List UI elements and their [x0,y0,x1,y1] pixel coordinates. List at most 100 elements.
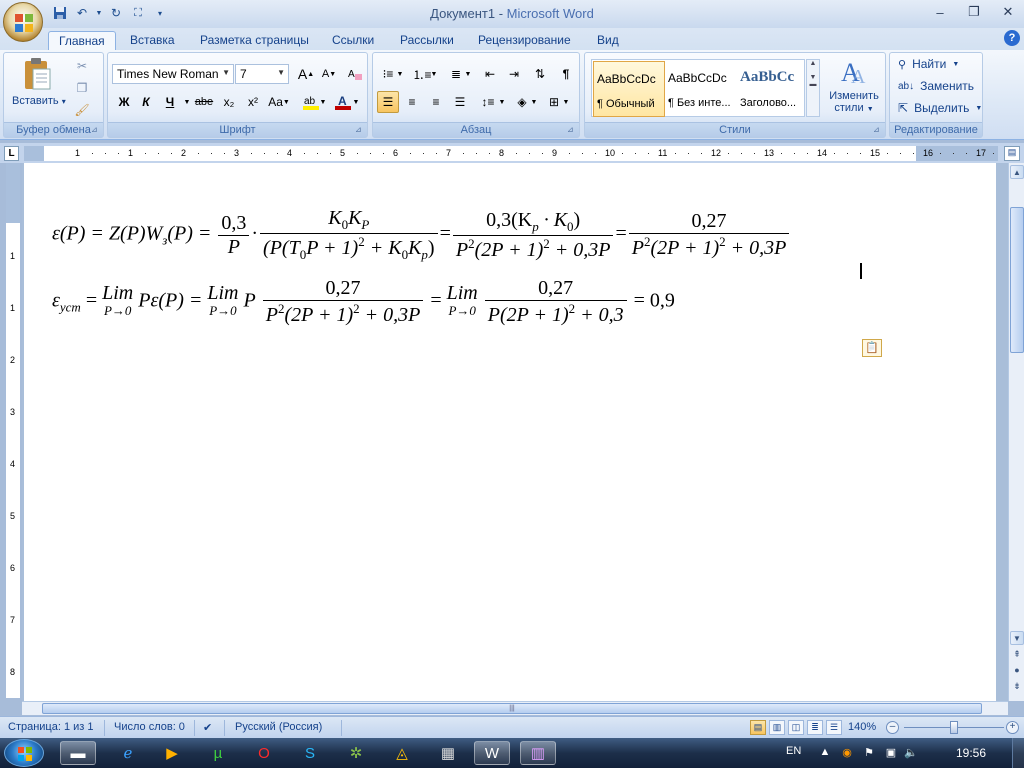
language-indicator[interactable]: Русский (Россия) [235,721,322,733]
paragraph-launcher-icon[interactable]: ⊿ [567,125,577,135]
justify-icon[interactable]: ☰ [449,91,471,113]
taskbar-word-icon[interactable]: W [474,741,510,765]
sort-icon[interactable]: ⇅ [529,63,551,85]
tab-home[interactable]: Главная [48,31,116,50]
help-icon[interactable]: ? [1004,30,1020,46]
font-color-dropdown-icon[interactable]: ▼ [351,91,361,113]
zoom-level[interactable]: 140% [848,721,876,733]
taskbar-media-player-icon[interactable]: ▶ [154,741,190,765]
clipboard-launcher-icon[interactable]: ⊿ [91,125,101,135]
word-count[interactable]: Число слов: 0 [114,721,185,733]
borders-dropdown-icon[interactable]: ▼ [561,91,571,113]
vertical-scroll-thumb[interactable] [1010,207,1024,353]
vertical-scrollbar[interactable]: ▲ ▼ ⇞ ● ⇟ [1008,163,1024,701]
paste-options-icon[interactable]: 📋 [862,339,882,357]
taskbar-app-icon[interactable]: ◬ [384,741,420,765]
page-count[interactable]: Страница: 1 из 1 [8,721,94,733]
numbering-dropdown-icon[interactable]: ▼ [429,63,439,85]
clear-formatting-icon[interactable]: A [344,63,366,85]
next-page-icon[interactable]: ⇟ [1012,681,1022,693]
copy-icon[interactable]: ❐ [74,81,90,97]
change-styles-button[interactable]: A A Изменить стили ▼ [825,57,883,114]
shading-dropdown-icon[interactable]: ▼ [529,91,539,113]
taskbar-gear-icon[interactable]: ✲ [338,741,374,765]
bullets-dropdown-icon[interactable]: ▼ [395,63,405,85]
zoom-out-icon[interactable]: – [886,721,899,734]
tray-app-icon[interactable]: ◉ [840,746,854,760]
document-area[interactable]: ε(P) = Z(P)Wз(P) = 0,3 P · K0KP (P(T0P +… [22,163,1008,701]
view-ruler-icon[interactable]: ▤ [1004,146,1020,161]
show-marks-icon[interactable]: ¶ [555,63,577,85]
style-heading-1[interactable]: AaBbCc Заголово... [737,61,803,117]
maximize-icon[interactable]: ❐ [964,3,984,21]
minimize-icon[interactable]: – [930,3,950,21]
prev-page-icon[interactable]: ⇞ [1012,649,1022,661]
paste-icon[interactable] [22,57,52,91]
subscript-button[interactable]: x₂ [218,91,240,113]
cut-icon[interactable]: ✂ [74,59,90,75]
tray-flag-icon[interactable]: ⚑ [862,746,876,760]
select-browse-object-icon[interactable]: ● [1012,665,1022,677]
style-no-spacing[interactable]: AaBbCcDc ¶ Без инте... [665,61,737,117]
style-normal[interactable]: AaBbCcDc ¶ Обычный [593,61,665,117]
align-center-icon[interactable]: ≡ [401,91,423,113]
change-case-button[interactable]: Aa ▼ [268,91,290,113]
tab-mailings[interactable]: Рассылки [390,31,464,50]
horizontal-scrollbar[interactable]: ||| [22,701,1008,715]
highlight-dropdown-icon[interactable]: ▼ [318,91,328,113]
draft-icon[interactable]: ☰ [826,720,842,735]
tab-selector[interactable]: L [4,146,19,161]
input-language[interactable]: EN [786,745,801,757]
taskbar-ie-icon[interactable]: ℯ [110,741,146,765]
scroll-down-icon[interactable]: ▼ [1010,631,1024,645]
tab-view[interactable]: Вид [587,31,629,50]
format-painter-icon[interactable]: 🖌 [74,103,90,119]
font-size-combo[interactable]: 7 ▼ [235,64,289,84]
print-layout-icon[interactable]: ▤ [750,720,766,735]
strikethrough-button[interactable]: abe [193,91,215,113]
close-icon[interactable]: ✕ [998,3,1018,21]
taskbar-skype-icon[interactable]: S [292,741,328,765]
paste-button[interactable]: Вставить ▾ [12,95,66,107]
scroll-up-icon[interactable]: ▲ [1010,165,1024,179]
increase-indent-icon[interactable]: ⇥ [503,63,525,85]
spelling-check-icon[interactable]: ✔ [203,721,212,734]
multilevel-dropdown-icon[interactable]: ▼ [463,63,473,85]
show-desktop-button[interactable] [1012,738,1024,768]
select-button[interactable]: ⇱ Выделить ▼ [898,101,982,115]
bold-button[interactable]: Ж [113,91,135,113]
font-launcher-icon[interactable]: ⊿ [355,125,365,135]
taskbar-opera-icon[interactable]: O [246,741,282,765]
tab-review[interactable]: Рецензирование [468,31,581,50]
taskbar-winrar-icon[interactable]: ▥ [520,741,556,765]
tray-volume-icon[interactable]: 🔈 [904,746,918,760]
taskbar-explorer-icon[interactable]: ▬ [60,741,96,765]
clock[interactable]: 19:56 [956,746,986,760]
shrink-font-button[interactable]: A ▼ [318,63,340,85]
full-screen-reading-icon[interactable]: ▥ [769,720,785,735]
tray-network-icon[interactable]: ▣ [884,746,898,760]
italic-button[interactable]: К [135,91,157,113]
outline-icon[interactable]: ≣ [807,720,823,735]
vertical-ruler[interactable]: 1123456789 [6,163,20,729]
office-button[interactable] [3,2,43,42]
replace-button[interactable]: ab↓ Заменить [898,79,974,93]
decrease-indent-icon[interactable]: ⇤ [479,63,501,85]
tray-expand-icon[interactable]: ▲ [818,746,832,760]
web-layout-icon[interactable]: ◫ [788,720,804,735]
align-right-icon[interactable]: ≡ [425,91,447,113]
tab-insert[interactable]: Вставка [120,31,185,50]
zoom-slider-thumb[interactable] [950,721,958,734]
horizontal-ruler[interactable]: 1 1 2 3 4 5 6 7 8 9 10 11 12 13 14 15 16 17 [24,146,1020,161]
grow-font-button[interactable]: A ▲ [295,63,317,85]
start-button[interactable] [4,739,44,767]
line-spacing-dropdown-icon[interactable]: ▼ [497,91,507,113]
line-spacing-icon[interactable]: ↕≡ [477,91,499,113]
zoom-in-icon[interactable]: + [1006,721,1019,734]
taskbar-calculator-icon[interactable]: ▦ [430,741,466,765]
styles-scroll[interactable]: ▲ ▼ ▬ [806,59,820,117]
find-button[interactable]: ⚲ Найти ▼ [898,57,959,71]
taskbar-utorrent-icon[interactable]: µ [200,741,236,765]
font-name-combo[interactable]: Times New Roman ▼ [112,64,234,84]
tab-page-layout[interactable]: Разметка страницы [190,31,319,50]
